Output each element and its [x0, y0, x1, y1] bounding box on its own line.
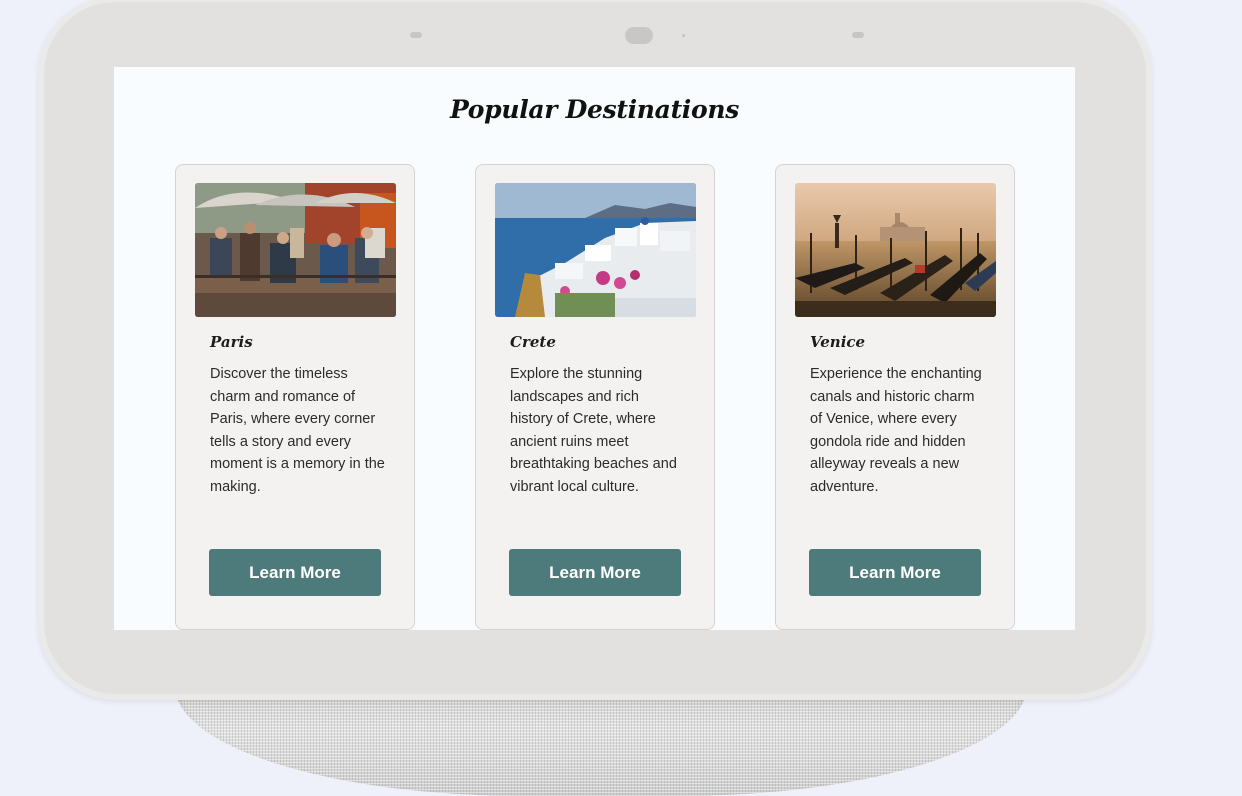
crete-image	[495, 183, 696, 317]
paris-image	[195, 183, 396, 317]
card-title: Crete	[510, 333, 556, 351]
page-title: Popular Destinations	[449, 95, 740, 124]
destination-card-crete: Crete Explore the stunning landscapes an…	[475, 164, 715, 630]
card-description: Discover the timeless charm and romance …	[210, 366, 385, 495]
light-sensor-icon	[410, 32, 422, 38]
card-title: Venice	[810, 333, 866, 351]
learn-more-button[interactable]: Learn More	[809, 549, 981, 596]
card-description: Experience the enchanting canals and his…	[810, 366, 982, 495]
destination-card-venice: Venice Experience the enchanting canals …	[775, 164, 1015, 630]
display-screen: Popular Destinations Paris Discover the …	[114, 67, 1075, 630]
learn-more-button[interactable]: Learn More	[509, 549, 681, 596]
venice-image	[795, 183, 996, 317]
learn-more-button[interactable]: Learn More	[209, 549, 381, 596]
camera-icon	[625, 27, 653, 44]
card-title: Paris	[210, 333, 253, 351]
destination-card-paris: Paris Discover the timeless charm and ro…	[175, 164, 415, 630]
card-description: Explore the stunning landscapes and rich…	[510, 366, 677, 495]
camera-indicator-icon	[682, 34, 685, 37]
microphone-icon	[852, 32, 864, 38]
device-stand	[175, 686, 1027, 796]
